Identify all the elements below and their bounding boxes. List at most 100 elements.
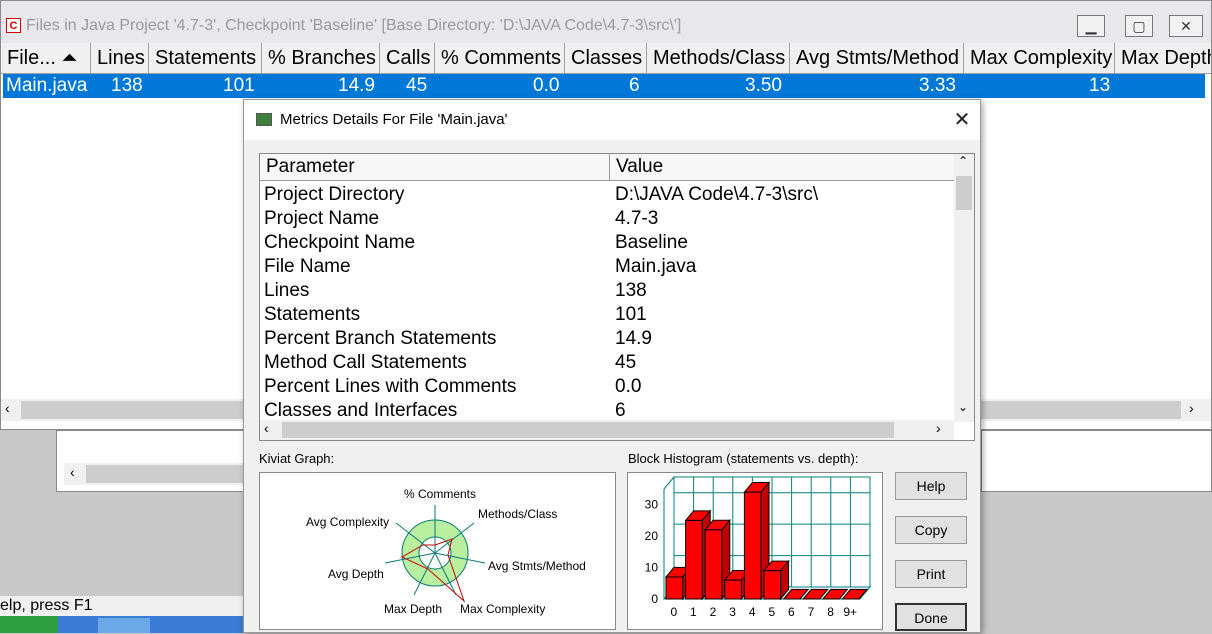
cell-calls: 45	[406, 75, 428, 96]
kiviat-label: Kiviat Graph:	[259, 451, 335, 466]
row-value: 4.7-3	[615, 208, 659, 229]
lower-scrollbar[interactable]: ‹	[64, 463, 246, 485]
cell-comments: 0.0	[533, 75, 560, 96]
histogram-y-tick: 10	[645, 561, 659, 575]
grid-vertical-scrollbar[interactable]: ⌃ ⌄	[954, 154, 974, 422]
column-header-calls[interactable]: Calls	[380, 43, 435, 73]
window-titlebar[interactable]: C Files in Java Project '4.7-3', Checkpo…	[1, 1, 1211, 43]
column-header-methods-class[interactable]: Methods/Class	[647, 43, 790, 73]
axis-label-max-complexity: Max Complexity	[460, 602, 545, 616]
scroll-right-icon[interactable]: ›	[936, 420, 941, 436]
cell-lines: 138	[111, 75, 143, 96]
column-header-classes[interactable]: Classes	[565, 43, 647, 73]
dialog-titlebar[interactable]: Metrics Details For File 'Main.java' ✕	[244, 100, 980, 140]
table-row[interactable]: Percent Branch Statements 14.9	[260, 327, 954, 351]
help-button[interactable]: Help	[895, 472, 967, 500]
taskbar-app-icon[interactable]	[0, 616, 58, 633]
taskbar-app-icon[interactable]	[98, 618, 150, 633]
histogram-x-tick: 7	[808, 605, 815, 619]
histogram-svg: 0 1 2 3 4 5 6 7 8 9+0102030	[645, 476, 872, 619]
print-button[interactable]: Print	[895, 560, 967, 588]
table-row[interactable]: File Name Main.java	[260, 255, 954, 279]
lower-panel-right	[981, 430, 1212, 492]
cell-branches: 14.9	[338, 75, 375, 96]
histogram-x-tick: 3	[729, 605, 736, 619]
table-row[interactable]: Statements 101	[260, 303, 954, 327]
block-histogram: 0 1 2 3 4 5 6 7 8 9+ 0 10 20 30	[627, 472, 883, 630]
kiviat-graph: % Comments Methods/Class Avg Stmts/Metho…	[259, 472, 616, 630]
kiviat-svg: % Comments Methods/Class Avg Stmts/Metho…	[306, 487, 586, 616]
row-value: 0.0	[615, 376, 642, 397]
table-row[interactable]: Lines 138	[260, 279, 954, 303]
row-value: 101	[615, 304, 647, 325]
cell-statements: 101	[223, 75, 255, 96]
histogram-y-axis-top	[663, 476, 675, 490]
column-header-lines[interactable]: Lines	[91, 43, 149, 73]
scroll-left-icon[interactable]: ‹	[264, 420, 269, 436]
done-button[interactable]: Done	[895, 603, 967, 631]
histogram-x-tick: 0	[670, 605, 677, 619]
histogram-bar	[743, 491, 762, 600]
table-row[interactable]: Checkpoint Name Baseline	[260, 231, 954, 255]
app-icon: C	[6, 18, 21, 33]
file-row[interactable]: Main.java 138 101 14.9 45 0.0 6 3.50 3.3…	[3, 74, 1205, 98]
scroll-up-icon[interactable]: ⌃	[958, 154, 968, 168]
table-row[interactable]: Project Name 4.7-3	[260, 207, 954, 231]
metrics-dialog: Metrics Details For File 'Main.java' ✕ P…	[243, 99, 981, 633]
axis-label-avg-stmts: Avg Stmts/Method	[488, 559, 586, 573]
status-text: elp, press F1	[0, 597, 93, 614]
histogram-bar	[685, 519, 703, 600]
table-row[interactable]: Percent Lines with Comments 0.0	[260, 375, 954, 399]
close-icon[interactable]: ✕	[948, 106, 976, 134]
row-parameter: Method Call Statements	[264, 352, 467, 373]
axis-label-avg-depth: Avg Depth	[328, 567, 384, 581]
histogram-x-tick: 8	[827, 605, 834, 619]
scroll-thumb[interactable]	[956, 176, 972, 210]
row-value: D:\JAVA Code\4.7-3\src\	[615, 184, 819, 205]
row-parameter: Percent Lines with Comments	[264, 376, 517, 397]
minimize-button[interactable]: ▁	[1077, 15, 1105, 37]
axis-label-max-depth: Max Depth	[384, 602, 442, 616]
row-parameter: Project Name	[264, 208, 380, 229]
histogram-x-tick: 9+	[843, 605, 857, 619]
scroll-left-icon[interactable]: ‹	[70, 464, 75, 480]
table-row[interactable]: Project Directory D:\JAVA Code\4.7-3\src\	[260, 183, 954, 207]
histogram-bar	[724, 579, 742, 600]
scroll-thumb[interactable]	[282, 422, 894, 438]
grid-header-parameter[interactable]: Parameter	[260, 154, 610, 180]
scroll-thumb[interactable]	[86, 465, 244, 483]
scroll-right-icon[interactable]: ›	[1189, 400, 1194, 416]
histogram-bar	[704, 529, 723, 600]
histogram-y-tick: 30	[645, 498, 659, 512]
cell-avg-stmts: 3.33	[919, 75, 956, 96]
scroll-left-icon[interactable]: ‹	[5, 400, 10, 416]
cell-methods-class: 3.50	[745, 75, 782, 96]
table-row[interactable]: Method Call Statements 45	[260, 351, 954, 375]
row-value: 45	[615, 352, 637, 373]
column-header-max-depth[interactable]: Max Depth	[1115, 43, 1211, 73]
column-header-max-complexity[interactable]: Max Complexity	[964, 43, 1115, 73]
column-header-file[interactable]: File... ⏶	[1, 43, 91, 73]
grid-header-value[interactable]: Value	[610, 154, 954, 180]
column-header-branches[interactable]: % Branches	[262, 43, 380, 73]
scroll-down-icon[interactable]: ⌄	[958, 400, 968, 414]
copy-button[interactable]: Copy	[895, 516, 967, 544]
window-title: Files in Java Project '4.7-3', Checkpoin…	[26, 17, 682, 34]
grid-horizontal-scrollbar[interactable]: ‹ ›	[260, 420, 954, 440]
maximize-button[interactable]: ▢	[1125, 15, 1153, 37]
row-parameter: Statements	[264, 304, 361, 325]
column-header-comments[interactable]: % Comments	[435, 43, 565, 73]
taskbar	[0, 616, 243, 633]
column-header-avg-stmts[interactable]: Avg Stmts/Method	[790, 43, 964, 73]
column-header-statements[interactable]: Statements	[149, 43, 262, 73]
histogram-bar	[763, 570, 782, 600]
row-value: Baseline	[615, 232, 688, 253]
row-parameter: Percent Branch Statements	[264, 328, 497, 349]
axis-label-methods-class: Methods/Class	[478, 507, 557, 521]
dialog-icon	[256, 113, 272, 126]
status-bar: elp, press F1	[0, 596, 243, 616]
file-list-header: File... ⏶ Lines Statements % Branches Ca…	[1, 43, 1211, 74]
dialog-title: Metrics Details For File 'Main.java'	[280, 111, 508, 128]
close-window-button[interactable]: ✕	[1169, 15, 1203, 37]
histogram-x-tick: 1	[690, 605, 697, 619]
